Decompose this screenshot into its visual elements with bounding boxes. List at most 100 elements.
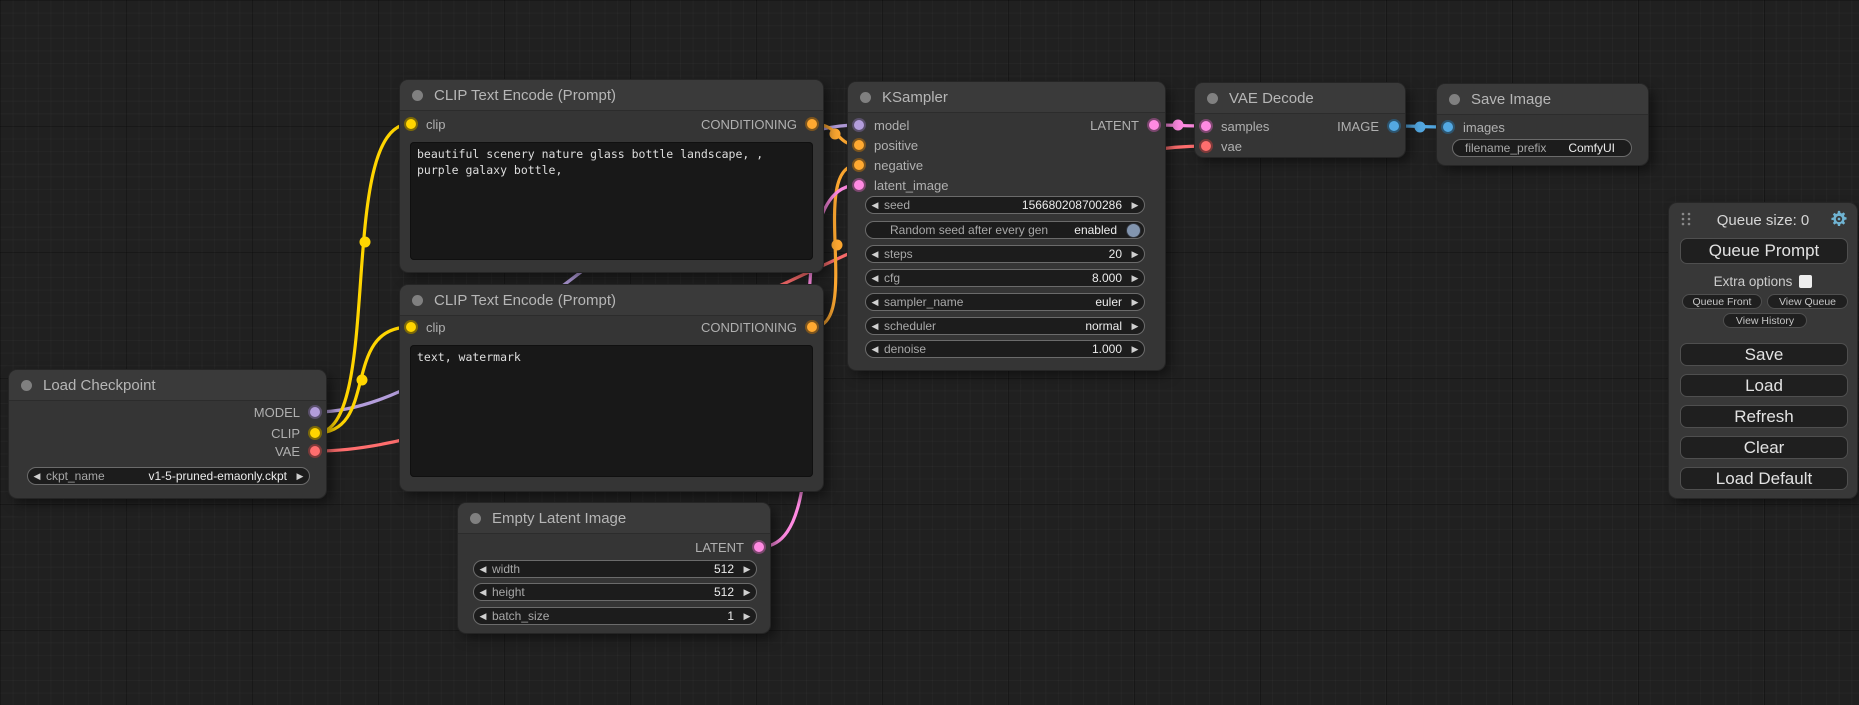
settings-gear-icon[interactable] bbox=[1830, 210, 1848, 228]
port-dot-model[interactable] bbox=[308, 405, 322, 419]
port-dot-latent[interactable] bbox=[1147, 118, 1161, 132]
collapse-dot-icon[interactable] bbox=[1207, 93, 1218, 104]
widget-width[interactable]: ◀ width 512 ▶ bbox=[473, 560, 757, 578]
port-dot-vae[interactable] bbox=[308, 444, 322, 458]
node-title: KSampler bbox=[882, 89, 948, 106]
prompt-textarea[interactable]: beautiful scenery nature glass bottle la… bbox=[410, 142, 813, 260]
widget-sampler-name[interactable]: ◀ sampler_name euler ▶ bbox=[865, 293, 1145, 311]
save-button[interactable]: Save bbox=[1680, 343, 1848, 366]
queue-prompt-button[interactable]: Queue Prompt bbox=[1680, 238, 1848, 264]
queue-front-button[interactable]: Queue Front bbox=[1682, 294, 1762, 309]
comfyui-canvas[interactable]: Load Checkpoint MODEL CLIP VAE ◀ ckpt_na… bbox=[0, 0, 1859, 705]
port-input-vae[interactable]: vae bbox=[1199, 136, 1242, 156]
collapse-dot-icon[interactable] bbox=[470, 513, 481, 524]
widget-batch-size[interactable]: ◀ batch_size 1 ▶ bbox=[473, 607, 757, 625]
port-input-samples[interactable]: samples bbox=[1199, 116, 1269, 136]
port-output-latent[interactable]: LATENT bbox=[1090, 115, 1161, 135]
widget-ckpt-name[interactable]: ◀ ckpt_name v1-5-pruned-emaonly.ckpt ▶ bbox=[27, 467, 310, 485]
decrement-arrow-icon[interactable]: ◀ bbox=[866, 273, 884, 284]
port-output-clip[interactable]: CLIP bbox=[271, 423, 322, 443]
collapse-dot-icon[interactable] bbox=[412, 295, 423, 306]
node-title-bar[interactable]: VAE Decode bbox=[1195, 83, 1405, 114]
port-dot-clip[interactable] bbox=[404, 117, 418, 131]
node-clip-text-encode-negative: CLIP Text Encode (Prompt) clip CONDITION… bbox=[400, 285, 823, 491]
port-input-clip[interactable]: clip bbox=[404, 114, 446, 134]
port-dot-latent[interactable] bbox=[752, 540, 766, 554]
port-input-images[interactable]: images bbox=[1441, 117, 1505, 137]
node-empty-latent-image: Empty Latent Image LATENT ◀ width 512 ▶ … bbox=[458, 503, 770, 633]
decrement-arrow-icon[interactable]: ◀ bbox=[474, 587, 492, 598]
increment-arrow-icon[interactable]: ▶ bbox=[738, 611, 756, 622]
decrement-arrow-icon[interactable]: ◀ bbox=[866, 297, 884, 308]
port-dot-clip[interactable] bbox=[308, 426, 322, 440]
increment-arrow-icon[interactable]: ▶ bbox=[738, 564, 756, 575]
toggle-dot-icon[interactable] bbox=[1126, 223, 1141, 238]
increment-arrow-icon[interactable]: ▶ bbox=[1126, 249, 1144, 260]
port-dot-image[interactable] bbox=[1387, 119, 1401, 133]
increment-arrow-icon[interactable]: ▶ bbox=[1126, 297, 1144, 308]
node-title-bar[interactable]: KSampler bbox=[848, 82, 1165, 113]
decrement-arrow-icon[interactable]: ◀ bbox=[474, 564, 492, 575]
port-input-negative[interactable]: negative bbox=[852, 155, 923, 175]
port-dot-negative[interactable] bbox=[852, 158, 866, 172]
node-title-bar[interactable]: CLIP Text Encode (Prompt) bbox=[400, 80, 823, 111]
port-dot-samples[interactable] bbox=[1199, 119, 1213, 133]
port-output-model[interactable]: MODEL bbox=[254, 402, 322, 422]
node-title-bar[interactable]: Empty Latent Image bbox=[458, 503, 770, 534]
extra-options-checkbox[interactable] bbox=[1799, 275, 1812, 288]
increment-arrow-icon[interactable]: ▶ bbox=[291, 471, 309, 482]
widget-seed[interactable]: ◀ seed 156680208700286 ▶ bbox=[865, 196, 1145, 214]
port-dot-clip[interactable] bbox=[404, 320, 418, 334]
port-dot-images[interactable] bbox=[1441, 120, 1455, 134]
port-input-model[interactable]: model bbox=[852, 115, 909, 135]
collapse-dot-icon[interactable] bbox=[1449, 94, 1460, 105]
widget-height[interactable]: ◀ height 512 ▶ bbox=[473, 583, 757, 601]
decrement-arrow-icon[interactable]: ◀ bbox=[28, 471, 46, 482]
port-output-conditioning[interactable]: CONDITIONING bbox=[701, 114, 819, 134]
collapse-dot-icon[interactable] bbox=[21, 380, 32, 391]
port-dot-model[interactable] bbox=[852, 118, 866, 132]
view-queue-button[interactable]: View Queue bbox=[1767, 294, 1848, 309]
decrement-arrow-icon[interactable]: ◀ bbox=[866, 344, 884, 355]
increment-arrow-icon[interactable]: ▶ bbox=[1126, 200, 1144, 211]
load-default-button[interactable]: Load Default bbox=[1680, 467, 1848, 490]
decrement-arrow-icon[interactable]: ◀ bbox=[866, 249, 884, 260]
widget-steps[interactable]: ◀ steps 20 ▶ bbox=[865, 245, 1145, 263]
view-history-button[interactable]: View History bbox=[1723, 313, 1807, 328]
refresh-button[interactable]: Refresh bbox=[1680, 405, 1848, 428]
widget-filename-prefix[interactable]: filename_prefix ComfyUI bbox=[1452, 139, 1632, 157]
port-dot-conditioning[interactable] bbox=[805, 117, 819, 131]
increment-arrow-icon[interactable]: ▶ bbox=[1126, 344, 1144, 355]
port-dot-conditioning[interactable] bbox=[805, 320, 819, 334]
link-dot bbox=[830, 129, 841, 140]
increment-arrow-icon[interactable]: ▶ bbox=[738, 587, 756, 598]
collapse-dot-icon[interactable] bbox=[860, 92, 871, 103]
widget-random-seed-toggle[interactable]: Random seed after every gen enabled bbox=[865, 221, 1145, 239]
node-ksampler: KSampler model positive negative latent_… bbox=[848, 82, 1165, 370]
widget-denoise[interactable]: ◀ denoise 1.000 ▶ bbox=[865, 340, 1145, 358]
port-dot-positive[interactable] bbox=[852, 138, 866, 152]
node-title-bar[interactable]: Save Image bbox=[1437, 84, 1648, 115]
port-dot-latent-image[interactable] bbox=[852, 178, 866, 192]
collapse-dot-icon[interactable] bbox=[412, 90, 423, 101]
widget-cfg[interactable]: ◀ cfg 8.000 ▶ bbox=[865, 269, 1145, 287]
node-title-bar[interactable]: CLIP Text Encode (Prompt) bbox=[400, 285, 823, 316]
node-title-bar[interactable]: Load Checkpoint bbox=[9, 370, 326, 401]
widget-scheduler[interactable]: ◀ scheduler normal ▶ bbox=[865, 317, 1145, 335]
port-output-image[interactable]: IMAGE bbox=[1337, 116, 1401, 136]
prompt-textarea[interactable]: text, watermark bbox=[410, 345, 813, 477]
port-input-positive[interactable]: positive bbox=[852, 135, 918, 155]
decrement-arrow-icon[interactable]: ◀ bbox=[866, 321, 884, 332]
clear-button[interactable]: Clear bbox=[1680, 436, 1848, 459]
increment-arrow-icon[interactable]: ▶ bbox=[1126, 321, 1144, 332]
port-output-conditioning[interactable]: CONDITIONING bbox=[701, 317, 819, 337]
decrement-arrow-icon[interactable]: ◀ bbox=[474, 611, 492, 622]
port-input-latent-image[interactable]: latent_image bbox=[852, 175, 948, 195]
port-output-latent[interactable]: LATENT bbox=[695, 537, 766, 557]
load-button[interactable]: Load bbox=[1680, 374, 1848, 397]
decrement-arrow-icon[interactable]: ◀ bbox=[866, 200, 884, 211]
port-dot-vae[interactable] bbox=[1199, 139, 1213, 153]
increment-arrow-icon[interactable]: ▶ bbox=[1126, 273, 1144, 284]
port-input-clip[interactable]: clip bbox=[404, 317, 446, 337]
port-output-vae[interactable]: VAE bbox=[275, 441, 322, 461]
